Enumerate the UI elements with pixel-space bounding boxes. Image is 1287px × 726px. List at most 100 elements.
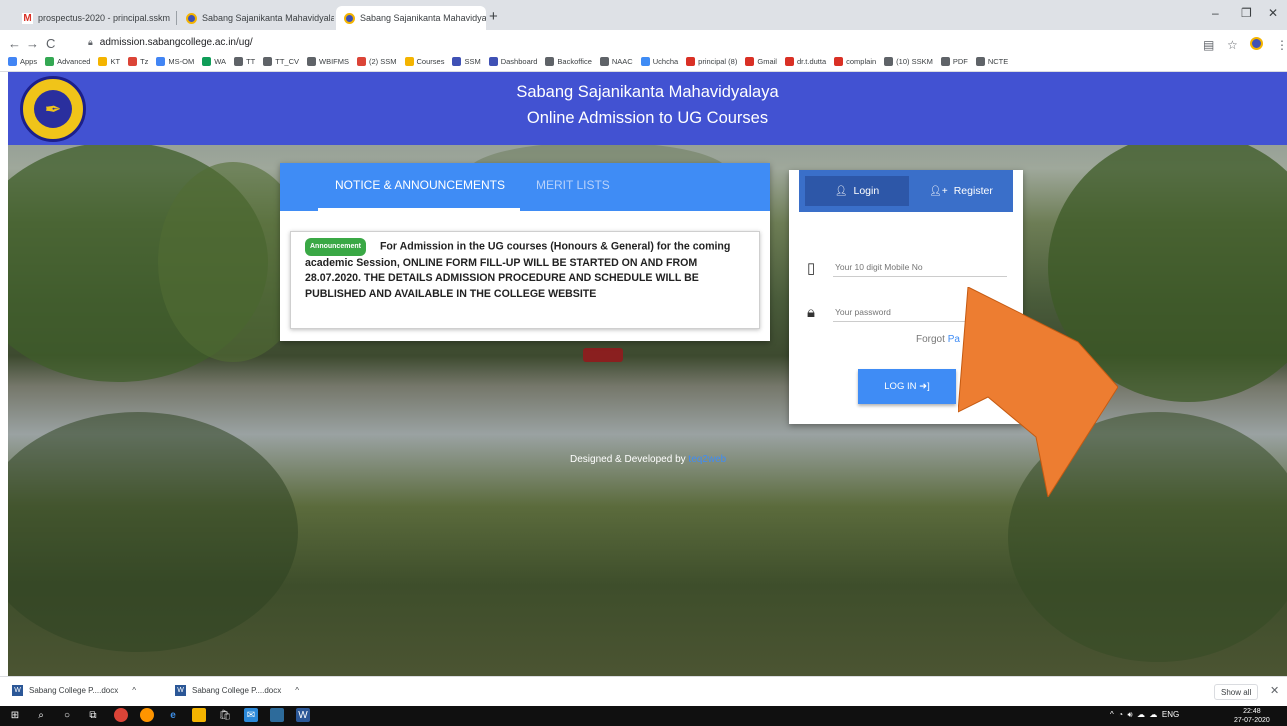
tab-register[interactable]: 👤︎+ Register [909,170,1013,212]
tab-notice-announcements[interactable]: NOTICE & ANNOUNCEMENTS [335,178,505,192]
gmail-icon: M [22,12,33,24]
tab-merit-lists[interactable]: MERIT LISTS [536,178,610,192]
bookmark-label: Dashboard [500,57,538,66]
bookmark-item[interactable]: NCTE [975,57,1009,66]
chevron-up-icon[interactable]: ^ [132,686,136,695]
bookmark-item[interactable]: PDF [940,57,968,66]
address-bar[interactable]: 🔒︎ admission.sabangcollege.ac.in/ug/ [88,37,253,48]
bookmark-favicon-icon [834,57,844,66]
mail-icon[interactable]: ✉ [244,708,258,722]
downloads-bar: W Sabang College P....docx ^ W Sabang Co… [0,676,1287,706]
search-icon[interactable]: ⌕ [34,708,48,722]
bookmark-label: TT [246,57,256,66]
browser-tab-3[interactable]: Sabang Sajanikanta Mahavidyala ✕ [336,6,486,30]
download-item-2[interactable]: W Sabang College P....docx ^ [175,685,299,696]
bookmark-item[interactable]: Tz [128,57,148,66]
clock[interactable]: 22:48 27-07-2020 [1234,707,1270,725]
bookmark-item[interactable]: (10) SSKM [884,57,933,66]
bookmark-item[interactable]: WBIFMS [307,57,349,66]
bookmark-item[interactable]: WA [202,57,226,66]
announcement-body: For Admission in the UG courses (Honours… [305,240,731,300]
chrome-page-icon [186,12,197,24]
edge-icon[interactable]: e [166,708,180,722]
bookmark-item[interactable]: Dashboard [488,57,538,66]
developer-link[interactable]: teq2web [688,454,726,465]
tab-login-label: Login [853,185,880,197]
browser-tab-2[interactable]: Sabang Sajanikanta Mahavidyala ✕ [178,6,334,30]
download-item-1[interactable]: W Sabang College P....docx ^ [12,685,136,696]
language-indicator[interactable]: ENG [1162,710,1179,719]
chevron-up-icon[interactable]: ^ [295,686,299,695]
app-icon[interactable] [270,708,284,722]
tab-strip: M prospectus-2020 - principal.sskm ✕ Sab… [0,0,1287,30]
bookmark-item[interactable]: Backoffice [545,57,592,66]
bookmark-item[interactable]: Courses [404,57,444,66]
word-icon[interactable]: W [296,708,310,722]
bookmark-favicon-icon [488,57,498,66]
cortana-icon[interactable]: ○ [60,708,74,722]
bookmark-item[interactable]: MS-OM [156,57,194,66]
bookmark-favicon-icon [357,57,366,66]
task-view-icon[interactable]: ⧉ [86,708,100,722]
bookmark-item[interactable]: dr.t.dutta [784,57,827,66]
windows-start-icon[interactable]: ⊞ [8,708,22,722]
bookmark-item[interactable]: principal (8) [686,57,737,66]
close-downloads-icon[interactable]: ✕ [1270,684,1279,697]
tab-login[interactable]: 👤︎ Login [805,176,909,206]
forgot-prefix: Forgot [916,334,948,345]
mobile-input[interactable] [833,258,1007,277]
announcement-badge: Announcement [305,238,366,256]
maximize-button[interactable]: ❐ [1241,6,1252,20]
close-window-button[interactable]: ✕ [1268,6,1278,20]
credit-prefix: Designed & Developed by [570,454,689,465]
bookmark-label: NCTE [987,57,1009,66]
bookmark-favicon-icon [404,57,414,66]
windows-taskbar: ⊞ ⌕ ○ ⧉ e 🛍︎ ✉ W ^ ◔ 🔊︎ ☁ ☁ ENG 22:48 27-… [0,706,1287,726]
bookmark-star-icon[interactable]: ☆ [1227,38,1238,52]
bookmark-item[interactable]: Gmail [745,57,777,66]
bookmark-favicon-icon [784,57,794,66]
bookmark-favicon-icon [640,57,650,66]
close-tab-icon[interactable]: ✕ [170,13,172,24]
bookmark-label: MS-OM [168,57,195,66]
lock-icon: 🔒︎ [88,37,93,47]
bookmark-label: SSM [464,57,481,66]
web-page: ✒ Sabang Sajanikanta Mahavidyalaya Onlin… [8,72,1287,676]
bookmark-item[interactable]: complain [834,57,876,66]
bookmark-item[interactable]: SSM [452,57,481,66]
bookmark-item[interactable]: NAAC [599,57,633,66]
store-icon[interactable]: 🛍︎ [218,708,232,722]
bookmark-item[interactable]: KT [98,57,120,66]
bookmark-label: (10) SSKM [896,57,933,66]
page-subtitle: Online Admission to UG Courses [526,109,769,127]
bookmark-item[interactable]: TT_CV [263,57,299,66]
back-icon[interactable]: ← [8,36,21,51]
minimize-button[interactable]: – [1212,6,1219,20]
profile-icon[interactable] [1250,37,1263,50]
mobile-icon: ▯ [807,259,816,277]
show-all-button[interactable]: Show all [1214,684,1259,700]
bookmark-label: dr.t.dutta [796,57,827,66]
bookmark-favicon-icon [8,57,17,66]
active-tab-indicator [318,208,520,211]
bookmark-label: (2) SSM [369,57,397,66]
forward-icon[interactable]: → [26,36,39,51]
reload-icon[interactable]: C [46,36,55,51]
new-tab-button[interactable]: + [489,8,498,25]
bookmark-favicon-icon [45,57,55,66]
tab-register-label: Register [953,185,993,197]
bookmark-item[interactable]: TT [234,57,255,66]
file-explorer-icon[interactable] [192,708,206,722]
browser-tab-1[interactable]: M prospectus-2020 - principal.sskm ✕ [14,6,172,30]
bookmark-item[interactable]: Uchcha [640,57,678,66]
bookmark-item[interactable]: Advanced [45,57,90,66]
bookmark-favicon-icon [263,57,273,66]
translate-icon[interactable]: ▤ [1203,38,1214,52]
bookmark-item[interactable]: (2) SSM [357,57,397,66]
menu-icon[interactable]: ⋮ [1276,38,1287,52]
chrome-icon[interactable] [114,708,128,722]
login-button[interactable]: LOG IN ➜] [858,369,956,404]
bookmark-item[interactable]: Apps [8,57,37,66]
firefox-icon[interactable] [140,708,154,722]
bookmark-label: complain [846,57,877,66]
